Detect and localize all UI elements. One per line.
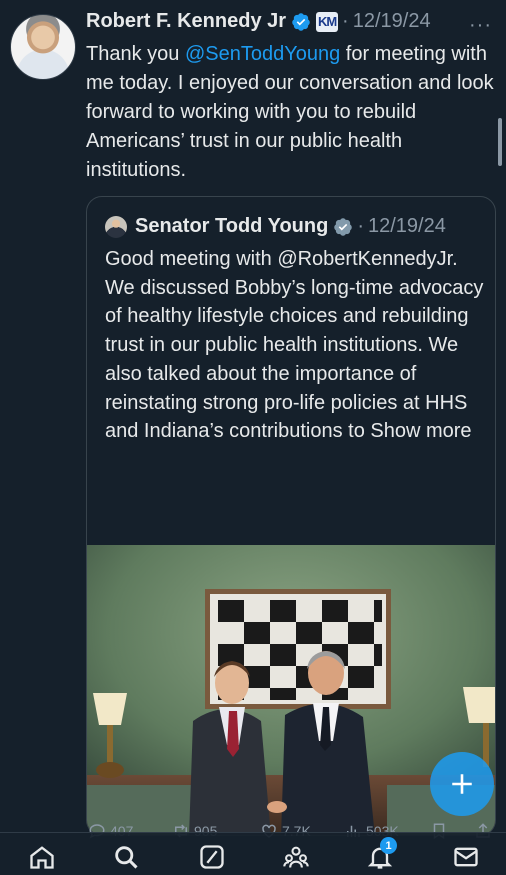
nav-messages[interactable] [452,843,480,871]
mail-icon [454,847,478,867]
gray-verified-check-icon [334,217,353,236]
bottom-navigation: 1 [0,832,506,875]
quoted-tweet-text: Good meeting with @RobertKennedyJr. We d… [105,248,484,443]
grok-icon [200,845,224,869]
quoted-tweet-header: Senator Todd Young · 12/19/24 [105,215,446,238]
quoted-tweet-date: 12/19/24 [368,215,446,237]
mention-link[interactable]: @SenToddYoung [185,43,340,65]
quoted-tweet[interactable]: Senator Todd Young · 12/19/24 Good meeti… [86,196,496,836]
more-options-button[interactable]: ··· [469,14,492,37]
search-icon [115,846,138,869]
affiliation-badge[interactable]: KM [316,11,339,32]
author-avatar[interactable] [10,14,76,80]
separator-dot: · [342,10,349,32]
plus-icon [452,774,472,794]
notification-badge: 1 [380,837,397,854]
scrollbar[interactable] [498,118,502,166]
tweet-text: Thank you @SenToddYoung for meeting with… [86,40,496,185]
verified-check-icon [292,12,310,31]
affiliation-badge-text: KM [318,13,337,29]
tweet-text-start: Thank you [86,43,185,65]
nav-home[interactable] [28,843,56,871]
tweet-date[interactable]: 12/19/24 [353,10,431,33]
compose-button[interactable] [430,752,494,816]
quoted-author-name: Senator Todd Young [135,215,329,237]
quoted-author-avatar [105,215,127,238]
nav-notifications[interactable]: 1 [366,837,397,871]
nav-communities[interactable] [282,843,310,871]
communities-icon [283,846,309,868]
nav-search[interactable] [112,843,140,871]
tweet-header: Robert F. Kennedy Jr KM · 12/19/24 [86,10,431,33]
home-icon [30,846,54,869]
nav-grok[interactable] [198,843,226,871]
author-name[interactable]: Robert F. Kennedy Jr [86,10,286,33]
quoted-separator-dot: · [357,215,364,237]
